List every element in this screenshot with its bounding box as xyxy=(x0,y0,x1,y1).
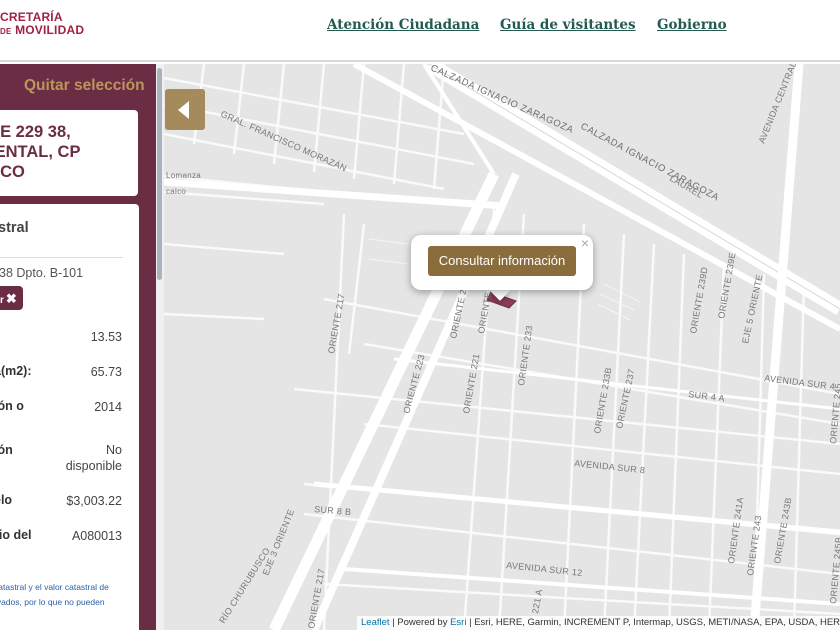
row-label-3: ión o xyxy=(0,399,24,413)
catastral-info-card: stral 38 Dpto. B-101 r✖ 13.53 a(m2): 65.… xyxy=(0,204,139,630)
leaflet-link[interactable]: Leaflet xyxy=(361,617,390,628)
esri-link[interactable]: Esri xyxy=(450,617,466,628)
row-value-6: A080013 xyxy=(71,529,122,543)
card-title: stral xyxy=(0,220,29,236)
address-line-2: IENTAL, CP xyxy=(0,143,81,161)
map-tiles: CALZADA IGNACIO ZARAGOZA CALZADA IGNACIO… xyxy=(164,64,840,630)
collapse-sidebar-button[interactable] xyxy=(165,89,205,130)
row-label-5: elo xyxy=(0,493,13,507)
logo-line-2-text: MOVILIDAD xyxy=(15,23,85,37)
address-line-3: LCO xyxy=(0,163,25,181)
quitar-seleccion-button[interactable]: Quitar selección xyxy=(24,77,145,95)
cuenta-catastral-value: 38 Dpto. B-101 xyxy=(0,266,84,280)
nav-atencion-ciudadana[interactable]: Atención Ciudadana xyxy=(327,17,479,33)
attribution-text: | Esri, HERE, Garmin, INCREMENT P, Inter… xyxy=(469,617,840,628)
row-value-2: 65.73 xyxy=(90,365,122,379)
close-icon: ✖ xyxy=(5,291,17,306)
map-view[interactable]: CALZADA IGNACIO ZARAGOZA CALZADA IGNACIO… xyxy=(164,64,840,630)
nav-guia-visitantes[interactable]: Guía de visitantes xyxy=(500,17,636,33)
parcel-popup: Consultar información × xyxy=(411,235,593,290)
attribution-powered: | Powered by xyxy=(389,617,451,628)
row-label-4: ión xyxy=(0,443,13,457)
chevron-left-icon xyxy=(178,101,189,119)
row-value-3: 2014 xyxy=(94,400,122,414)
address-card: TE 229 38, IENTAL, CP LCO xyxy=(0,110,138,196)
secretaria-logo[interactable]: CRETARÍA DE MOVILIDAD xyxy=(0,11,84,38)
row-value-1: 13.53 xyxy=(90,330,122,344)
map-attribution: Leaflet | Powered by Esri | Esri, HERE, … xyxy=(357,616,840,630)
tag-label: r xyxy=(0,295,4,306)
row-label-6: rio del xyxy=(0,528,32,542)
address-line-1: TE 229 38, xyxy=(0,123,71,141)
remove-filter-tag[interactable]: r ✖ xyxy=(0,286,23,310)
top-header: CRETARÍA DE MOVILIDAD Atención Ciudadana… xyxy=(0,0,840,62)
logo-line-2: DE MOVILIDAD xyxy=(0,24,84,38)
sidebar-scrollbar-thumb[interactable] xyxy=(157,68,162,280)
nav-gobierno[interactable]: Gobierno xyxy=(657,17,727,33)
logo-prefix: DE xyxy=(0,27,12,36)
row-value-4: No disponible xyxy=(65,443,122,473)
note-line-2: rvados, por lo que no pueden xyxy=(0,597,105,607)
note-line-1: catastral y el valor catastral de xyxy=(0,582,109,592)
row-label-2: a(m2): xyxy=(0,364,32,378)
popup-close-icon[interactable]: × xyxy=(581,235,589,251)
disclaimer-note: catastral y el valor catastral de rvados… xyxy=(0,580,109,610)
place-lomanza-label: Lomanza xyxy=(166,171,201,180)
place-calco-label: calco xyxy=(166,187,186,196)
selection-sidebar: Quitar selección TE 229 38, IENTAL, CP L… xyxy=(0,64,156,630)
consultar-informacion-button[interactable]: Consultar información xyxy=(428,246,576,276)
card-divider xyxy=(0,257,123,258)
row-value-5: $3,003.22 xyxy=(66,494,122,508)
